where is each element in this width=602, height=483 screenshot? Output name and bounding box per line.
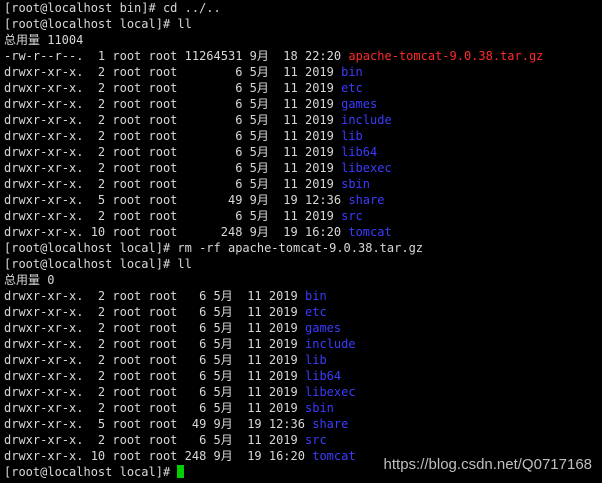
terminal-line: [root@localhost local]# ll (4, 17, 192, 31)
listing-row: drwxr-xr-x. 2 root root 6 5月 11 2019 lib (4, 352, 600, 368)
listing-meta: drwxr-xr-x. 2 root root 6 5月 11 2019 (4, 289, 305, 303)
listing-row: drwxr-xr-x. 2 root root 6 5月 11 2019 bin (4, 288, 600, 304)
listing-meta: drwxr-xr-x. 2 root root 6 5月 11 2019 (4, 305, 305, 319)
listing-meta: drwxr-xr-x. 2 root root 6 5月 11 2019 (4, 97, 342, 111)
listing-row: drwxr-xr-x. 2 root root 6 5月 11 2019 lib (4, 128, 600, 144)
listing-meta: drwxr-xr-x. 2 root root 6 5月 11 2019 (4, 433, 305, 447)
listing-row: drwxr-xr-x. 2 root root 6 5月 11 2019 etc (4, 304, 600, 320)
listing-filename: include (305, 337, 356, 351)
listing-filename: games (305, 321, 342, 335)
listing-meta: drwxr-xr-x. 2 root root 6 5月 11 2019 (4, 209, 342, 223)
listing-meta: drwxr-xr-x. 2 root root 6 5月 11 2019 (4, 65, 342, 79)
listing-row: drwxr-xr-x. 2 root root 6 5月 11 2019 lib… (4, 368, 600, 384)
listing-row: drwxr-xr-x. 2 root root 6 5月 11 2019 lib… (4, 160, 600, 176)
listing-row: drwxr-xr-x. 2 root root 6 5月 11 2019 sbi… (4, 400, 600, 416)
listing-filename: src (305, 433, 327, 447)
listing-meta: drwxr-xr-x. 2 root root 6 5月 11 2019 (4, 321, 305, 335)
listing-row: drwxr-xr-x. 2 root root 6 5月 11 2019 inc… (4, 336, 600, 352)
listing-row: drwxr-xr-x. 2 root root 6 5月 11 2019 src (4, 432, 600, 448)
listing-row: -rw-r--r--. 1 root root 11264531 9月 18 2… (4, 48, 600, 64)
listing-row: drwxr-xr-x. 2 root root 6 5月 11 2019 etc (4, 80, 600, 96)
listing-filename: lib64 (341, 145, 378, 159)
watermark: https://blog.csdn.net/Q0717168 (383, 456, 592, 473)
listing-filename: src (341, 209, 363, 223)
listing-row: drwxr-xr-x. 5 root root 49 9月 19 12:36 s… (4, 192, 600, 208)
terminal-output: [root@localhost bin]# cd ../.. [root@loca… (4, 0, 600, 464)
listing-filename: lib (341, 129, 363, 143)
listing-row: drwxr-xr-x. 5 root root 49 9月 19 12:36 s… (4, 416, 600, 432)
listing-meta: drwxr-xr-x. 2 root root 6 5月 11 2019 (4, 353, 305, 367)
listing-filename: libexec (305, 385, 356, 399)
listing-meta: drwxr-xr-x. 10 root root 248 9月 19 16:20 (4, 225, 349, 239)
listing-filename: tomcat (348, 225, 392, 239)
listing-meta: drwxr-xr-x. 2 root root 6 5月 11 2019 (4, 177, 342, 191)
listing-meta: drwxr-xr-x. 2 root root 6 5月 11 2019 (4, 385, 305, 399)
listing-meta: drwxr-xr-x. 10 root root 248 9月 19 16:20 (4, 449, 313, 463)
prompt-text: [root@localhost local]# (4, 465, 178, 479)
listing-row: drwxr-xr-x. 2 root root 6 5月 11 2019 bin (4, 64, 600, 80)
listing-meta: drwxr-xr-x. 2 root root 6 5月 11 2019 (4, 113, 342, 127)
terminal-line: 总用量 0 (4, 273, 55, 287)
listing-meta: drwxr-xr-x. 2 root root 6 5月 11 2019 (4, 161, 342, 175)
listing-filename: bin (341, 65, 363, 79)
listing-filename: lib (305, 353, 327, 367)
listing-filename: tomcat (312, 449, 356, 463)
listing-meta: -rw-r--r--. 1 root root 11264531 9月 18 2… (4, 49, 349, 63)
listing-meta: drwxr-xr-x. 2 root root 6 5月 11 2019 (4, 337, 305, 351)
listing-row: drwxr-xr-x. 10 root root 248 9月 19 16:20… (4, 224, 600, 240)
listing-row: drwxr-xr-x. 2 root root 6 5月 11 2019 inc… (4, 112, 600, 128)
listing-row: drwxr-xr-x. 2 root root 6 5月 11 2019 src (4, 208, 600, 224)
listing-row: drwxr-xr-x. 2 root root 6 5月 11 2019 lib… (4, 384, 600, 400)
listing-filename: libexec (341, 161, 392, 175)
listing-row: drwxr-xr-x. 2 root root 6 5月 11 2019 lib… (4, 144, 600, 160)
terminal-line: [root@localhost bin]# cd ../.. (4, 1, 221, 15)
listing-filename: share (348, 193, 385, 207)
listing-filename: lib64 (305, 369, 342, 383)
listing-filename: games (341, 97, 378, 111)
terminal-line: [root@localhost local]# ll (4, 257, 192, 271)
terminal-line: 总用量 11004 (4, 33, 84, 47)
listing-filename: bin (305, 289, 327, 303)
listing-filename: sbin (305, 401, 334, 415)
listing-filename: sbin (341, 177, 371, 191)
listing-filename: include (341, 113, 392, 127)
listing-filename: etc (305, 305, 327, 319)
listing-row: drwxr-xr-x. 2 root root 6 5月 11 2019 sbi… (4, 176, 600, 192)
listing-meta: drwxr-xr-x. 2 root root 6 5月 11 2019 (4, 129, 342, 143)
listing-meta: drwxr-xr-x. 2 root root 6 5月 11 2019 (4, 401, 305, 415)
listing-filename: apache-tomcat-9.0.38.tar.gz (348, 49, 544, 63)
listing-row: drwxr-xr-x. 2 root root 6 5月 11 2019 gam… (4, 96, 600, 112)
listing-filename: share (312, 417, 349, 431)
listing-meta: drwxr-xr-x. 2 root root 6 5月 11 2019 (4, 145, 342, 159)
listing-meta: drwxr-xr-x. 2 root root 6 5月 11 2019 (4, 81, 342, 95)
listing-meta: drwxr-xr-x. 2 root root 6 5月 11 2019 (4, 369, 305, 383)
listing-row: drwxr-xr-x. 2 root root 6 5月 11 2019 gam… (4, 320, 600, 336)
terminal-cursor (177, 465, 185, 478)
terminal-line: [root@localhost local]# rm -rf apache-to… (4, 241, 424, 255)
listing-meta: drwxr-xr-x. 5 root root 49 9月 19 12:36 (4, 193, 349, 207)
listing-meta: drwxr-xr-x. 5 root root 49 9月 19 12:36 (4, 417, 313, 431)
listing-filename: etc (341, 81, 363, 95)
terminal-window[interactable]: [root@localhost bin]# cd ../.. [root@loca… (4, 0, 600, 480)
